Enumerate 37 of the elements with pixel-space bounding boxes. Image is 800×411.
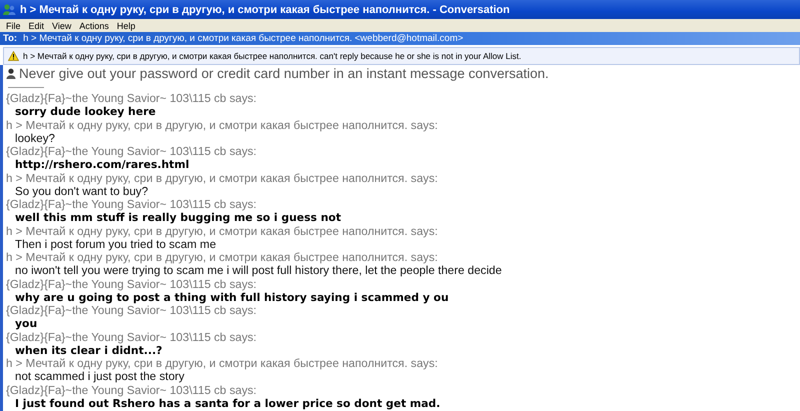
menu-item[interactable]: Actions [75, 20, 113, 30]
message-text: no iwon't tell you were trying to scam me i will post full history there, let the people there decide [14, 264, 503, 278]
menu-item[interactable]: View [48, 20, 76, 30]
window-title: h > Мечтай к одну руку, сри в другую, и смотри какая быстрее наполнится. - Conversation [20, 4, 510, 16]
sender-line: h > Мечтай к одну руку, сри в другую, и смотри какая быстрее наполнится. says: [6, 357, 439, 370]
sender-line: h > Мечтай к одну руку, сри в другую, и смотри какая быстрее наполнится. says: [6, 172, 439, 185]
messenger-icon [2, 2, 16, 16]
safety-notice: Never give out your password or credit card number in an instant message conversation. [19, 66, 549, 80]
menu-item[interactable]: Help [112, 20, 140, 30]
sender-line: {Gladz}{Fa}~the Young Savior~ 103\115 cb says: [6, 92, 258, 106]
message-text: lookey? [14, 132, 56, 145]
message-text: http://rshero.com/rares.html [14, 158, 190, 172]
message-text: when its clear i didnt...? [14, 344, 164, 357]
sender-line: {Gladz}{Fa}~the Young Savior~ 103\115 cb says: [6, 278, 258, 291]
menu-item[interactable]: File [2, 20, 25, 30]
person-icon [6, 68, 16, 78]
message-text: you [14, 317, 38, 330]
sender-line: {Gladz}{Fa}~the Young Savior~ 103\115 cb says: [6, 330, 258, 344]
sender-line: {Gladz}{Fa}~the Young Savior~ 103\115 cb says: [6, 384, 258, 397]
sender-line: {Gladz}{Fa}~the Young Savior~ 103\115 cb says: [6, 304, 258, 318]
sender-line: h > Мечтай к одну руку, сри в другую, и смотри какая быстрее наполнится. says: [6, 118, 439, 132]
sender-line: {Gladz}{Fa}~the Young Savior~ 103\115 cb says: [6, 198, 258, 212]
message-text: not scammed i just post the story [14, 370, 186, 384]
sender-line: h > Мечтай к одну руку, сри в другую, и смотри какая быстрее наполнится. says: [6, 251, 439, 264]
warning-message: h > Мечтай к одну руку, сри в другую, и смотри какая быстрее наполнится. can't reply because he or she is not in your Allow List. [23, 51, 522, 61]
message-text: I just found out Rshero has a santa for a lower price so dont get mad. [14, 396, 442, 410]
message-text: why are u going to post a thing with full history saying i scammed y ou [14, 290, 450, 304]
menu-item[interactable]: Edit [24, 20, 48, 30]
sender-line: {Gladz}{Fa}~the Young Savior~ 103\115 cb says: [6, 145, 258, 158]
message-text: sorry dude lookey here [14, 105, 157, 118]
to-label: To: [3, 33, 18, 44]
sender-line: h > Мечтай к одну руку, сри в другую, и смотри какая быстрее наполнится. says: [6, 224, 439, 238]
message-text: So you don't want to buy? [14, 184, 150, 198]
warning-icon [8, 51, 19, 61]
message-text: well this mm stuff is really bugging me so i guess not [14, 211, 342, 224]
recipient: h > Мечтай к одну руку, сри в другую, и смотри какая быстрее наполнится. <webberd@hotmail.com> [23, 33, 464, 44]
message-text: Then i post forum you tried to scam me [14, 238, 218, 251]
